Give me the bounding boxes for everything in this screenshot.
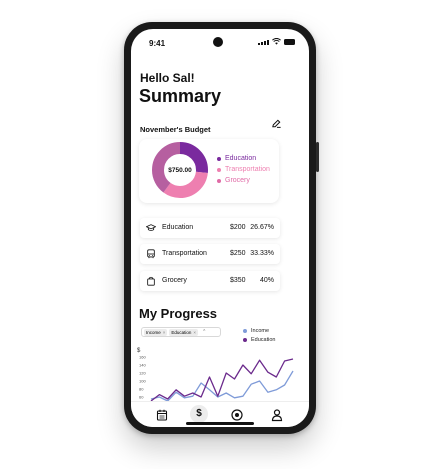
legend-item: Income	[243, 326, 275, 335]
budget-legend: Education Transportation Grocery	[217, 153, 270, 186]
legend-item: Grocery	[217, 175, 270, 186]
home-indicator	[186, 422, 254, 425]
budget-nav-button[interactable]: $	[190, 405, 208, 423]
filter-chip[interactable]: Education ×	[169, 328, 199, 336]
category-row-grocery[interactable]: Grocery $350 40%	[140, 271, 280, 291]
budget-total: $750.00	[168, 166, 192, 174]
y-tick-label: 160	[139, 355, 146, 360]
legend-label: Education	[225, 155, 257, 162]
calendar-icon[interactable]	[155, 408, 169, 422]
y-tick-label: 80	[139, 387, 144, 392]
status-bar: 9:41	[131, 29, 309, 55]
y-axis-label: $	[137, 348, 141, 354]
legend-dot	[243, 337, 247, 342]
front-camera	[213, 37, 223, 47]
target-icon[interactable]	[230, 408, 244, 422]
status-icons	[258, 38, 295, 45]
wifi-icon	[272, 38, 281, 45]
remove-chip-icon[interactable]: ×	[193, 329, 196, 336]
signal-icon	[258, 40, 269, 45]
remove-chip-icon[interactable]: ×	[163, 329, 166, 336]
category-percent: 26.67%	[250, 224, 274, 231]
y-tick-label: 60	[139, 395, 144, 400]
chevron-up-icon[interactable]: ⌃	[202, 329, 206, 335]
y-tick-label: 140	[139, 363, 146, 368]
budget-header: November's Budget	[140, 118, 282, 134]
category-amount: $350	[230, 277, 246, 284]
legend-dot	[243, 328, 247, 333]
legend-dot	[217, 156, 221, 161]
category-name: Transportation	[162, 250, 207, 257]
y-tick-label: 100	[139, 379, 146, 384]
budget-title: November's Budget	[140, 125, 211, 134]
budget-chart-card: $750.00 Education Transportation Grocery	[139, 139, 279, 203]
status-time: 9:41	[149, 39, 166, 48]
category-amount: $200	[230, 224, 246, 231]
category-amount: $250	[230, 250, 246, 257]
shopping-bag-icon	[147, 276, 155, 286]
progress-line-chart: 160 140 120 100 80 60	[139, 355, 294, 402]
category-name: Education	[162, 224, 194, 231]
legend-label: Transportation	[225, 166, 270, 173]
page-title: Summary	[139, 86, 222, 106]
legend-dot	[217, 178, 221, 183]
category-name: Grocery	[162, 277, 187, 284]
legend-item: Transportation	[217, 164, 270, 175]
legend-item: Education	[217, 153, 270, 164]
legend-dot	[217, 167, 221, 172]
dollar-icon: $	[196, 408, 202, 419]
legend-label: Education	[251, 336, 276, 343]
phone-screen: 9:41 Hello Sal! Summary November's Budge…	[131, 29, 309, 427]
y-tick-label: 120	[139, 371, 146, 376]
bus-icon	[147, 249, 155, 259]
greeting: Hello Sal!	[140, 71, 195, 85]
filter-chip-label: Income	[146, 329, 161, 335]
legend-label: Grocery	[225, 177, 250, 184]
graduation-cap-icon	[146, 224, 156, 231]
progress-title: My Progress	[139, 306, 218, 321]
category-row-transportation[interactable]: Transportation $250 33.33%	[140, 244, 280, 264]
category-percent: 33.33%	[250, 250, 274, 257]
battery-icon	[284, 39, 295, 45]
category-percent: 40%	[259, 277, 274, 284]
profile-icon[interactable]	[270, 408, 284, 422]
series-filter[interactable]: Income × Education × ⌃	[141, 327, 221, 337]
mockup-stage: 9:41 Hello Sal! Summary November's Budge…	[0, 0, 430, 469]
legend-label: Income	[251, 327, 270, 334]
filter-chip-label: Education	[171, 329, 192, 335]
filter-chip[interactable]: Income ×	[144, 328, 168, 336]
category-row-education[interactable]: Education $200 26.67%	[140, 218, 280, 238]
power-button	[316, 142, 319, 172]
progress-legend: Income Education	[243, 326, 275, 344]
legend-item: Education	[243, 335, 275, 344]
edit-icon[interactable]	[271, 118, 282, 129]
